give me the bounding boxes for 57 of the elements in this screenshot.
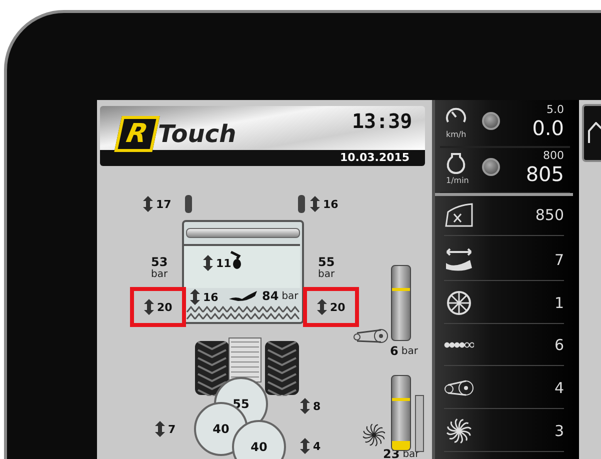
cylinder-value: 20	[157, 300, 172, 314]
cylinder-value: 16	[203, 290, 218, 304]
knife-icon	[444, 247, 474, 273]
cylinder-icon	[143, 196, 153, 212]
engine-icon	[445, 152, 467, 174]
sensor-pill	[185, 195, 192, 213]
counter-value: 1	[554, 294, 564, 312]
cylinder-value: 16	[323, 198, 338, 210]
rotor-icon	[444, 418, 474, 444]
current-value: 805	[526, 162, 564, 186]
counter-value: 6	[554, 336, 564, 354]
setpoint-value: 5.0	[546, 103, 564, 116]
unit-label: bar	[318, 269, 335, 280]
home-icon	[588, 122, 601, 144]
counter-value: 4	[554, 379, 564, 397]
cylinder-value: 4	[313, 440, 321, 452]
cylinder-icon	[155, 421, 165, 437]
level-bar	[415, 395, 424, 452]
pressure-value: 53	[151, 255, 168, 269]
bale-chamber-icon	[444, 202, 474, 228]
unit-label: bar	[401, 346, 418, 356]
cylinder-value: 8	[313, 400, 321, 412]
setpoint-value: 800	[543, 149, 564, 162]
rotor-icon	[362, 423, 386, 447]
cylinder-icon	[190, 289, 200, 305]
cylinder-value: 17	[156, 198, 172, 210]
tire-icon	[264, 340, 300, 396]
unit-label: bar	[151, 269, 168, 280]
pressure-value: 84	[262, 289, 279, 303]
cylinder-icon	[144, 299, 154, 315]
unit-label: 1/min	[446, 176, 469, 185]
chain-icon	[444, 342, 474, 348]
cylinder-icon	[317, 299, 327, 315]
cylinder-value: 11	[216, 256, 232, 270]
wheel-icon	[444, 290, 474, 316]
clock-time: 13:39	[352, 109, 412, 133]
pressure-value: 6	[390, 344, 398, 358]
unit-label: bar	[282, 290, 298, 302]
tire-icon	[194, 340, 230, 396]
cylinder-icon	[300, 398, 310, 414]
speedometer-icon	[445, 106, 467, 124]
belt-icon	[353, 328, 389, 344]
grate-icon	[228, 337, 262, 383]
cylinder-icon	[300, 438, 310, 454]
cylinder-icon	[203, 255, 213, 271]
counter-value: 7	[554, 251, 564, 269]
cylinder-value: 20	[330, 300, 346, 314]
cylinder-value: 7	[168, 422, 176, 436]
unit-label: km/h	[446, 130, 466, 139]
cylinder-icon	[310, 196, 320, 212]
date-text: 10.03.2015	[340, 151, 410, 164]
knife-icon	[228, 290, 258, 302]
sensor-pill	[298, 195, 305, 213]
counter-value: 850	[535, 206, 564, 224]
pressure-value: 55	[318, 255, 335, 269]
counter-value: 3	[554, 422, 564, 440]
current-value: 0.0	[532, 116, 564, 140]
